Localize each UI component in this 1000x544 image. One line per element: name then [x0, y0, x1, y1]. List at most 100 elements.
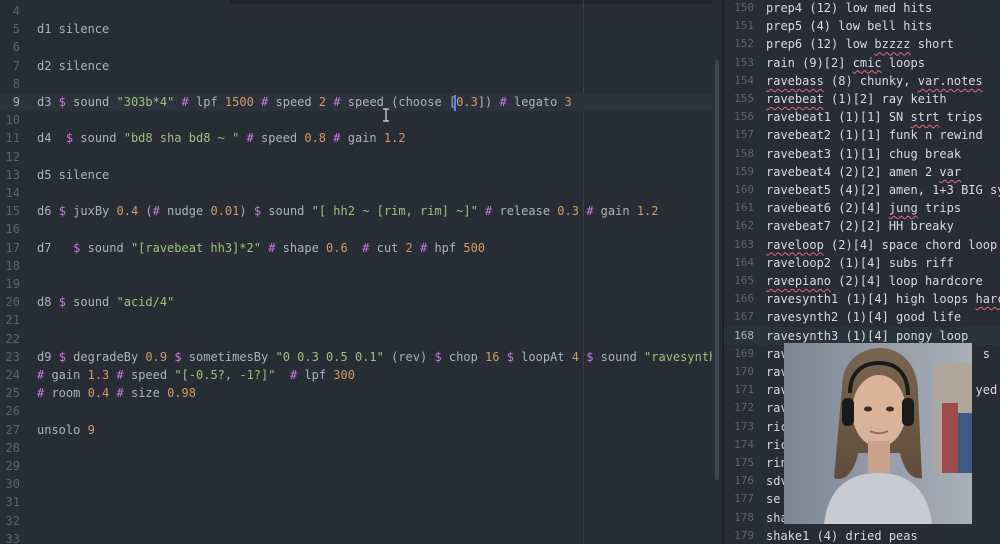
code-text[interactable]: unsolo 9	[37, 421, 95, 439]
line-number: 174	[734, 437, 754, 451]
editor-line[interactable]: 6	[0, 38, 722, 56]
editor-scrollbar-thumb[interactable]	[715, 60, 719, 480]
sample-text[interactable]: ravebeat3 (1)[1] chug break	[766, 145, 961, 163]
line-number: 177	[734, 492, 754, 506]
line-number: 12	[5, 149, 20, 164]
editor-line[interactable]: 12	[0, 148, 722, 166]
sample-line[interactable]: 160 ravebeat5 (4)[2] amen, 1+3 BIG synt	[724, 181, 1000, 199]
sample-text[interactable]: rain (9)[2] cmic loops	[766, 54, 925, 72]
code-token: (rev)	[383, 349, 435, 364]
code-token: "bd8 sha bd8 ~ "	[123, 131, 240, 146]
editor-line[interactable]: 18	[0, 257, 722, 275]
editor-line[interactable]: 25 # room 0.4 # size 0.98	[0, 384, 722, 402]
code-token: 2	[318, 95, 327, 109]
editor-line[interactable]: 22	[0, 330, 722, 348]
sample-line[interactable]: 162 ravebeat7 (2)[2] HH breaky	[724, 217, 1000, 235]
editor-line[interactable]: 15 d6 $ juxBy 0.4 (# nudge 0.01) $ sound …	[0, 202, 722, 220]
sample-line[interactable]: 165 ravepiano (2)[4] loop hardcore	[724, 272, 1000, 290]
editor-line[interactable]: 21	[0, 311, 722, 329]
sample-text[interactable]: ravebeat2 (1)[1] funk n rewind	[766, 126, 983, 144]
code-token: 1.3	[87, 368, 110, 382]
code-text[interactable]: d1 silence	[37, 20, 109, 38]
code-text[interactable]: d8 $ sound "acid/4"	[37, 293, 174, 311]
code-text[interactable]: d2 silence	[37, 57, 109, 75]
editor-line[interactable]: 31	[0, 493, 722, 511]
line-number: 5	[12, 22, 20, 37]
code-text[interactable]: # gain 1.3 # speed "[-0.5?, -1?]" # lpf …	[37, 366, 355, 384]
sample-line[interactable]: 159 ravebeat4 (2)[2] amen 2 var	[724, 163, 1000, 181]
code-token: 0.9	[145, 349, 168, 364]
sample-line[interactable]: 163 raveloop (2)[4] space chord loop	[724, 236, 1000, 254]
editor-line[interactable]: 7 d2 silence	[0, 57, 722, 75]
editor-line[interactable]: 24 # gain 1.3 # speed "[-0.5?, -1?]" # lp…	[0, 366, 722, 384]
sample-text[interactable]: ravebeat (1)[2] ray keith	[766, 90, 947, 108]
sample-text[interactable]: ravebeat6 (2)[4] jung trips	[766, 199, 961, 217]
code-text[interactable]: d6 $ juxBy 0.4 (# nudge 0.01) $ sound "[…	[37, 202, 659, 220]
text-span: ravebeat1 (1)[1] SN	[766, 110, 911, 125]
editor-line[interactable]: 14	[0, 184, 722, 202]
text-span: ravebeat5 (4)[2] amen, 1+3 BIG synt	[766, 183, 1000, 197]
code-text[interactable]: d5 silence	[37, 166, 109, 184]
editor-line[interactable]: 33	[0, 530, 722, 544]
editor-line[interactable]: 32	[0, 512, 722, 530]
editor-line[interactable]: 13 d5 silence	[0, 166, 722, 184]
sample-text[interactable]: raveloop (2)[4] space chord loop	[766, 236, 997, 254]
code-token: d9	[37, 349, 59, 364]
sample-line[interactable]: 156 ravebeat1 (1)[1] SN strt trips	[724, 108, 1000, 126]
code-token: 3	[564, 95, 572, 109]
sample-line[interactable]: 164 raveloop2 (1)[4] subs riff	[724, 254, 1000, 272]
editor-line[interactable]: 10	[0, 111, 722, 129]
sample-text[interactable]: ravebeat5 (4)[2] amen, 1+3 BIG synt	[766, 181, 1000, 199]
code-text[interactable]: # room 0.4 # size 0.98	[37, 384, 196, 402]
sample-line[interactable]: 153 rain (9)[2] cmic loops	[724, 54, 1000, 72]
sample-line[interactable]: 158 ravebeat3 (1)[1] chug break	[724, 145, 1000, 163]
sample-line[interactable]: 161 ravebeat6 (2)[4] jung trips	[724, 199, 1000, 217]
editor-line[interactable]: 30	[0, 475, 722, 493]
code-text[interactable]: d3 $ sound "303b*4" # lpf 1500 # speed 2…	[37, 93, 572, 111]
editor-line[interactable]: 28	[0, 439, 722, 457]
editor-line[interactable]: 5 d1 silence	[0, 20, 722, 38]
sample-text[interactable]: ravebass (8) chunky, var.notes	[766, 72, 983, 90]
sample-text[interactable]: prep6 (12) low bzzzz short	[766, 35, 954, 53]
editor-line[interactable]: 9 d3 $ sound "303b*4" # lpf 1500 # speed …	[0, 93, 722, 111]
sample-text[interactable]: ravesynth2 (1)[4] good life	[766, 308, 961, 326]
sample-text[interactable]: raveloop2 (1)[4] subs riff	[766, 254, 954, 272]
editor-line[interactable]: 17 d7 $ sound "[ravebeat hh3]*2" # shape …	[0, 239, 722, 257]
sample-line[interactable]: 152 prep6 (12) low bzzzz short	[724, 35, 1000, 53]
sample-text[interactable]: shake1 (4) dried peas	[766, 527, 918, 544]
code-token: $	[434, 349, 442, 364]
sample-line[interactable]: 151 prep5 (4) low bell hits	[724, 17, 1000, 35]
sample-line[interactable]: 154 ravebass (8) chunky, var.notes	[724, 72, 1000, 90]
sample-text[interactable]: ravebeat7 (2)[2] HH breaky	[766, 217, 954, 235]
sample-line[interactable]: 167 ravesynth2 (1)[4] good life	[724, 308, 1000, 326]
editor-line[interactable]: 29	[0, 457, 722, 475]
editor-line[interactable]: 20 d8 $ sound "acid/4"	[0, 293, 722, 311]
sample-line[interactable]: 155 ravebeat (1)[2] ray keith	[724, 90, 1000, 108]
editor-line[interactable]: 4	[0, 2, 722, 20]
sample-text[interactable]: se	[766, 490, 780, 508]
sample-text[interactable]: ravesynth1 (1)[4] high loops harcor	[766, 290, 1000, 308]
sample-line[interactable]: 179 shake1 (4) dried peas	[724, 527, 1000, 544]
sample-line[interactable]: 150 prep4 (12) low med hits	[724, 0, 1000, 17]
editor-line[interactable]: 16	[0, 220, 722, 238]
editor-line[interactable]: 26	[0, 402, 722, 420]
code-text[interactable]: d4 $ sound "bd8 sha bd8 ~ " # speed 0.8 …	[37, 129, 406, 147]
editor-line[interactable]: 27 unsolo 9	[0, 421, 722, 439]
sample-text[interactable]: ravebeat1 (1)[1] SN strt trips	[766, 108, 983, 126]
sample-line[interactable]: 168 ravesynth3 (1)[4] pongy loop	[724, 326, 1000, 345]
sample-text[interactable]: prep4 (12) low med hits	[766, 0, 932, 17]
editor-line[interactable]: 8	[0, 75, 722, 93]
sample-text[interactable]: ravepiano (2)[4] loop hardcore	[766, 272, 983, 290]
code-text[interactable]: d7 $ sound "[ravebeat hh3]*2" # shape 0.…	[37, 239, 485, 257]
editor-line[interactable]: 19	[0, 275, 722, 293]
sample-text[interactable]: ravebeat4 (2)[2] amen 2 var	[766, 163, 961, 181]
code-editor-pane[interactable]: 4 5 d1 silence 6 7 d2 silence 8 9 d3 $ sound "30…	[0, 0, 722, 544]
sample-line[interactable]: 166 ravesynth1 (1)[4] high loops harcor	[724, 290, 1000, 308]
editor-line[interactable]: 23 d9 $ degradeBy 0.9 $ sometimesBy "0 0.…	[0, 348, 722, 366]
sample-text[interactable]: ravesynth3 (1)[4] pongy loop	[766, 327, 968, 345]
code-text[interactable]: d9 $ degradeBy 0.9 $ sometimesBy "0 0.3 …	[37, 348, 722, 366]
editor-line[interactable]: 11 d4 $ sound "bd8 sha bd8 ~ " # speed 0.…	[0, 129, 722, 147]
sample-text[interactable]: prep5 (4) low bell hits	[766, 17, 932, 35]
sample-line[interactable]: 157 ravebeat2 (1)[1] funk n rewind	[724, 126, 1000, 144]
